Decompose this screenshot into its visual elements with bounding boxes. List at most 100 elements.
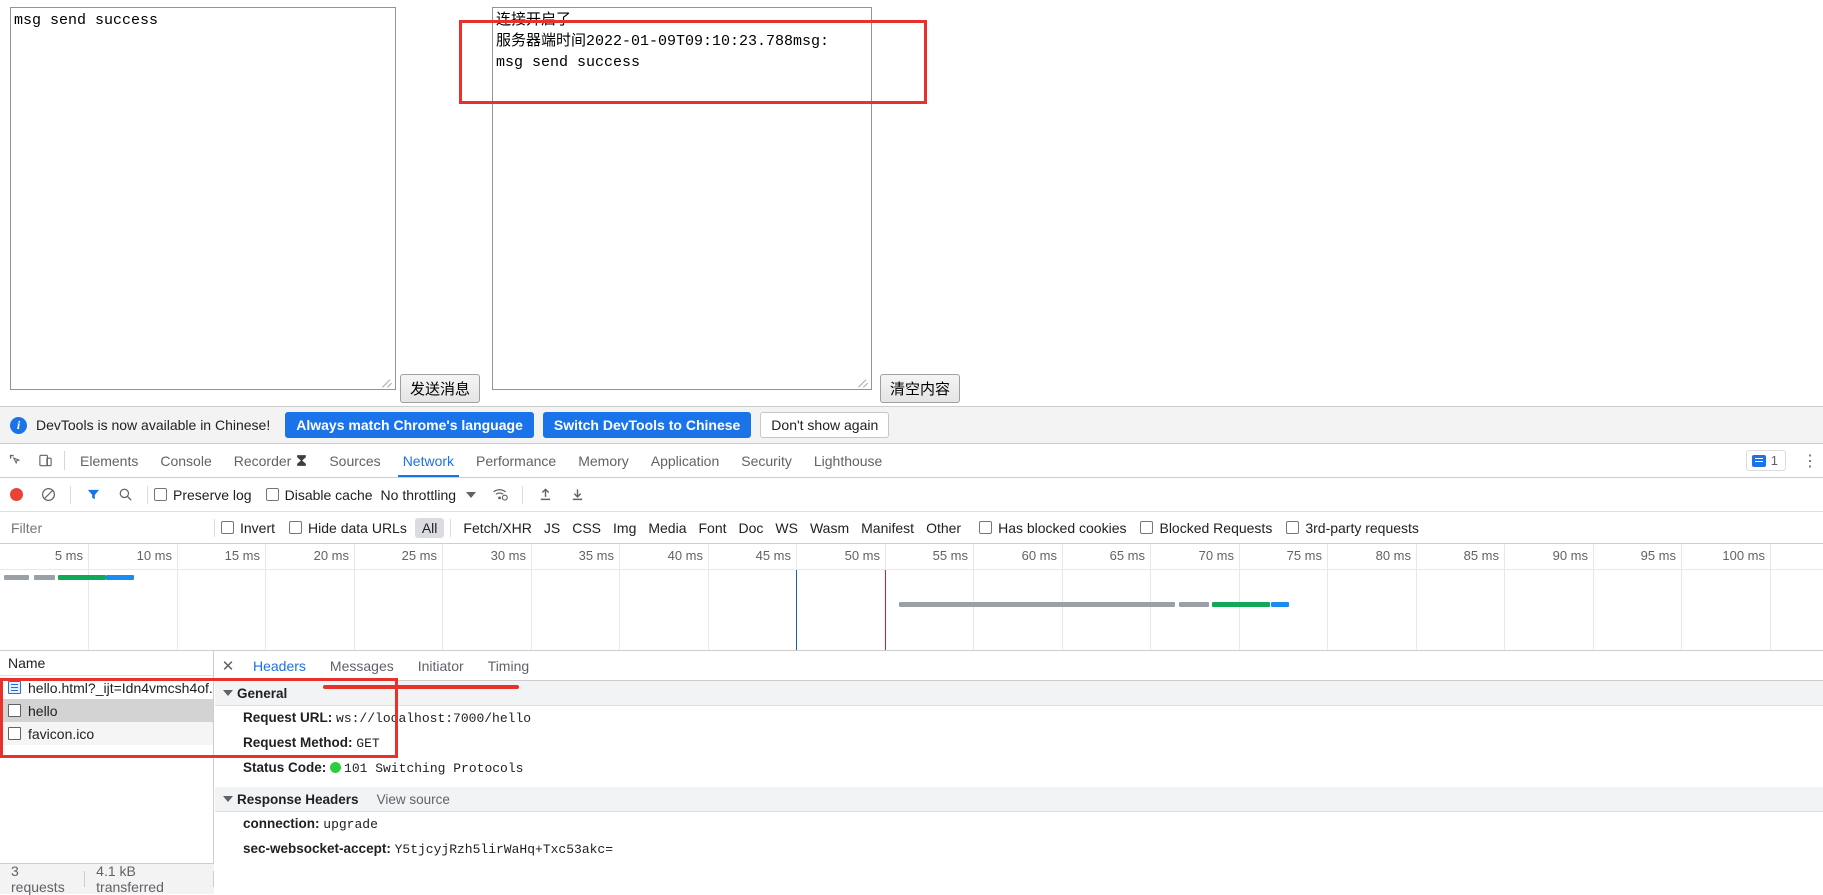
filter-type-js[interactable]: JS [538,520,566,536]
filter-type-media[interactable]: Media [642,520,692,536]
waterfall-bar-segment [1212,602,1270,607]
dont-show-again-button[interactable]: Don't show again [760,412,890,438]
network-timeline-overview[interactable]: 5 ms 10 ms 15 ms 20 ms 25 ms 30 ms 35 ms 40 ms 4… [0,544,1823,651]
banner-text: DevTools is now available in Chinese! [36,417,271,433]
send-message-button[interactable]: 发送消息 [400,374,481,403]
network-toolbar: Preserve log Disable cache No throttling [0,478,1823,512]
more-options-icon[interactable]: ⋮ [1801,451,1819,471]
tab-lighthouse[interactable]: Lighthouse [803,444,894,477]
tab-label: Elements [80,452,139,469]
filter-type-img[interactable]: Img [607,520,642,536]
preserve-log-checkbox[interactable]: Preserve log [154,487,252,503]
timeline-tick-label: 40 ms [667,548,703,563]
inspect-element-icon[interactable] [0,444,30,477]
tab-memory[interactable]: Memory [567,444,640,477]
message-count-badge[interactable]: 1 [1745,450,1786,471]
message-input[interactable]: msg send success [10,7,396,390]
tab-label: Memory [578,452,629,469]
filter-icon[interactable] [77,478,109,512]
header-row-status-code: Status Code: 101 Switching Protocols [215,756,1823,781]
tab-label: Security [741,452,792,469]
filter-type-css[interactable]: CSS [566,520,607,536]
filter-type-all[interactable]: All [414,517,445,538]
network-filter-row: Invert Hide data URLs All Fetch/XHR JS C… [0,512,1823,544]
close-icon[interactable]: ✕ [215,651,241,680]
device-toolbar-icon[interactable] [30,444,60,477]
table-row[interactable]: hello.html?_ijt=Idn4vmcsh4of... [0,676,213,699]
filter-type-other[interactable]: Other [920,520,967,536]
tab-label: Network [402,452,455,469]
timeline-tick-label: 15 ms [224,548,260,563]
table-row[interactable]: favicon.ico [0,722,213,745]
tab-security[interactable]: Security [730,444,803,477]
filter-type-ws[interactable]: WS [769,520,804,536]
tab-elements[interactable]: Elements [69,444,149,477]
table-row[interactable]: hello [0,699,213,722]
timeline-gridline [354,544,355,650]
filter-type-wasm[interactable]: Wasm [804,520,855,536]
timeline-gridline [1062,544,1063,650]
header-row-sec-websocket-accept: sec-websocket-accept: Y5tjcyjRzh5lirWaHq… [215,837,1823,862]
clear-icon[interactable] [32,478,64,512]
switch-to-chinese-button[interactable]: Switch DevTools to Chinese [542,412,752,438]
search-icon[interactable] [109,478,141,512]
message-output[interactable]: 连接开启了 服务器端时间2022-01-09T09:10:23.788msg: … [492,7,872,390]
websocket-icon [8,704,21,717]
tab-label: Sources [329,452,381,469]
tab-initiator[interactable]: Initiator [406,651,476,680]
timeline-gridline [1327,544,1328,650]
timeline-tick-label: 65 ms [1109,548,1145,563]
tab-sources[interactable]: Sources [318,444,391,477]
tab-console[interactable]: Console [149,444,222,477]
response-headers-section-header[interactable]: Response Headers View source [215,787,1823,812]
invert-checkbox[interactable]: Invert [221,520,275,536]
timeline-gridline [1150,544,1151,650]
network-conditions-icon[interactable] [484,478,516,512]
checkbox-box [1286,521,1300,534]
waterfall-bar-segment [4,575,29,580]
has-blocked-cookies-checkbox[interactable]: Has blocked cookies [979,520,1126,536]
divider [64,451,65,470]
web-page-area: msg send success 发送消息 连接开启了 服务器端时间2022-0… [0,0,1823,406]
hide-data-urls-checkbox[interactable]: Hide data URLs [289,520,407,536]
always-match-language-button[interactable]: Always match Chrome's language [285,412,534,438]
chevron-down-icon [466,491,477,498]
export-har-icon[interactable] [561,478,593,512]
timeline-gridline [177,544,178,650]
transferred-size: 4.1 kB transferred [96,863,164,895]
clear-content-button[interactable]: 清空内容 [880,374,961,403]
waterfall-bar-segment [106,575,134,580]
timeline-gridline [1239,544,1240,650]
tab-performance[interactable]: Performance [465,444,567,477]
detail-tab-bar: ✕ Headers Messages Initiator Timing [215,651,1823,681]
view-source-link[interactable]: View source [377,792,450,807]
timeline-tick-label: 30 ms [490,548,526,563]
timeline-gridline [265,544,266,650]
tab-recorder[interactable]: Recorder [223,444,319,477]
disable-cache-checkbox[interactable]: Disable cache [265,487,373,503]
column-header-name[interactable]: Name [0,651,213,676]
filter-type-manifest[interactable]: Manifest [855,520,920,536]
tab-messages[interactable]: Messages [318,651,406,680]
header-value: Y5tjcyjRzh5lirWaHq+Txc53akc= [394,842,614,857]
tab-label: Recorder [233,452,292,469]
filter-input[interactable] [6,516,214,539]
general-section-header[interactable]: General [215,681,1823,706]
timeline-tick-label: 70 ms [1198,548,1234,563]
filter-type-font[interactable]: Font [693,520,733,536]
third-party-requests-checkbox[interactable]: 3rd-party requests [1286,520,1419,536]
import-har-icon[interactable] [529,478,561,512]
header-row-request-url: Request URL: ws://localhost:7000/hello [215,706,1823,731]
filter-type-fetch-xhr[interactable]: Fetch/XHR [457,520,537,536]
blocked-requests-checkbox[interactable]: Blocked Requests [1140,520,1272,536]
tab-headers[interactable]: Headers [241,651,318,680]
document-icon [8,681,21,694]
chevron-down-icon [223,796,233,802]
record-stop-icon[interactable] [0,478,32,512]
tab-timing[interactable]: Timing [476,651,542,680]
tab-network[interactable]: Network [392,444,465,477]
throttling-dropdown[interactable]: No throttling [381,487,477,503]
tab-application[interactable]: Application [640,444,731,477]
filter-type-doc[interactable]: Doc [733,520,770,536]
timeline-ruler [0,544,1823,570]
